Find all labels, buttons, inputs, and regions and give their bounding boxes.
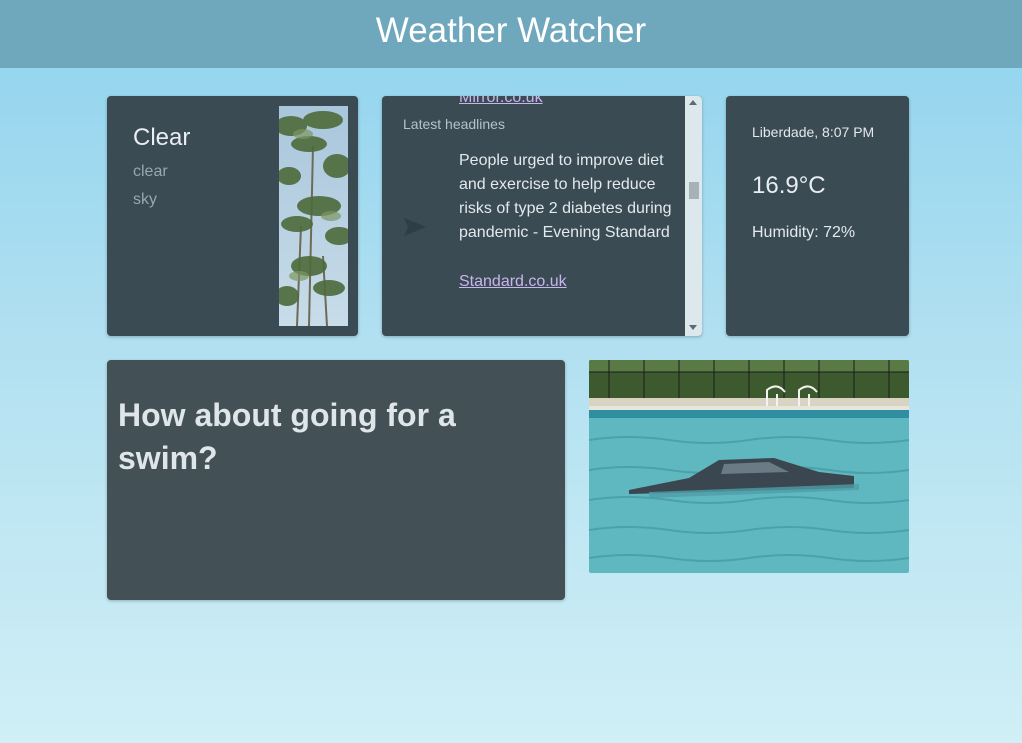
scroll-down-icon[interactable] (689, 325, 697, 330)
temperature: 16.9°C (752, 172, 826, 199)
humidity: Humidity: 72% (752, 224, 856, 241)
scroll-thumb[interactable] (689, 182, 699, 199)
news-heading: Latest headlines (403, 116, 505, 132)
palm-trees-photo (279, 106, 348, 326)
swimming-pool-photo (589, 360, 909, 573)
location-card: Liberdade, 8:07 PM 16.9°C Humidity: 72% (726, 96, 909, 336)
news-card: Mirror.co.uk Latest headlines People urg… (382, 96, 702, 336)
news-scrollbar[interactable] (685, 96, 702, 336)
arrow-right-icon[interactable] (402, 216, 428, 238)
location-place-time: Liberdade, 8:07 PM (752, 124, 875, 140)
weather-condition-card: Clear clear sky (107, 96, 358, 336)
condition-description: clear sky (133, 163, 168, 208)
scroll-up-icon[interactable] (689, 100, 697, 105)
condition-main: Clear (133, 124, 191, 151)
app-title: Weather Watcher (375, 11, 647, 50)
previous-news-source-link[interactable]: Mirror.co.uk (459, 96, 543, 107)
news-headline: People urged to improve diet and exercis… (459, 152, 672, 241)
suggestion-text: How about going for a swim? (118, 397, 456, 476)
news-source-link[interactable]: Standard.co.uk (459, 273, 567, 291)
app-header: Weather Watcher (0, 0, 1022, 68)
suggestion-card: How about going for a swim? (107, 360, 565, 600)
